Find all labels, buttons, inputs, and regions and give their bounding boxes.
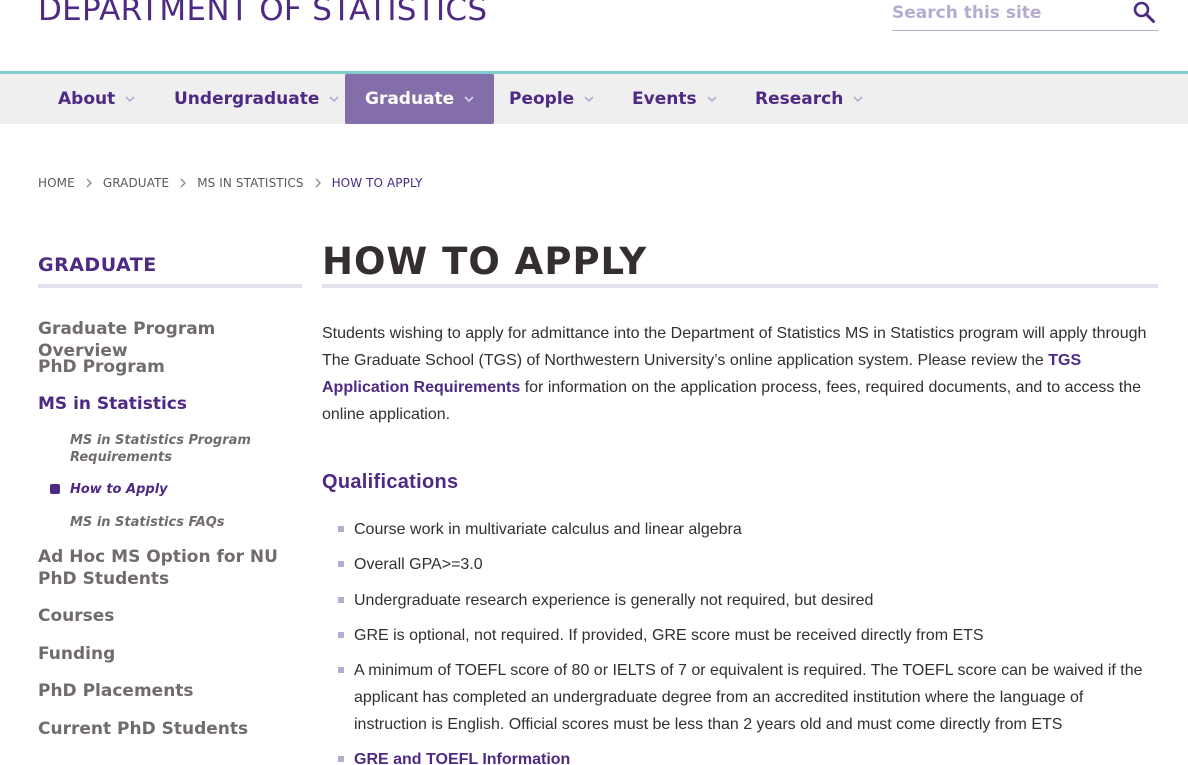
search-icon[interactable] [1132,0,1156,24]
nav-item-graduate[interactable]: Graduate [345,74,495,124]
sidebar-subitem-faqs[interactable]: MS in Statistics FAQs [70,514,290,531]
intro-text: Students wishing to apply for admittance… [322,325,1147,369]
nav-item-label: Graduate [365,89,455,109]
nav-item-about[interactable]: About [58,74,135,124]
breadcrumb-home[interactable]: HOME [38,176,75,190]
sidebar-item-ad-hoc-ms[interactable]: Ad Hoc MS Option for NU PhD Students [38,546,302,590]
breadcrumb: HOME GRADUATE MS IN STATISTICS HOW TO AP… [38,176,423,190]
nav-item-label: Undergraduate [174,89,320,109]
list-item-text: Course work in multivariate calculus and… [354,521,742,538]
sidebar-title: GRADUATE [38,254,302,288]
site-title[interactable]: DEPARTMENT OF STATISTICS [38,0,487,28]
intro-paragraph: Students wishing to apply for admittance… [322,320,1158,428]
qualifications-heading: Qualifications [322,471,459,493]
chevron-right-icon [86,178,92,188]
list-item: Course work in multivariate calculus and… [338,516,1158,543]
gre-toefl-info-link[interactable]: GRE and TOEFL Information [354,751,570,765]
sidebar-subitem-label: How to Apply [70,482,168,497]
chevron-right-icon [315,178,321,188]
bullet-icon [338,561,344,567]
chevron-down-icon [464,96,474,103]
sidebar-item-current-phd-students[interactable]: Current PhD Students [38,718,302,740]
bullet-icon [338,597,344,603]
chevron-down-icon [584,96,594,103]
site-search [892,0,1158,31]
nav-item-label: About [58,89,116,109]
list-item-text: GRE is optional, not required. If provid… [354,627,984,644]
sidebar-item-phd-program[interactable]: PhD Program [38,356,302,378]
main-navigation: About Undergraduate Graduate People Even… [0,71,1188,124]
nav-item-research[interactable]: Research [755,74,863,124]
sidebar-item-ms-in-statistics[interactable]: MS in Statistics [38,393,302,415]
bullet-icon [338,632,344,638]
sidebar-item-phd-placements[interactable]: PhD Placements [38,680,302,702]
sidebar-item-funding[interactable]: Funding [38,643,302,665]
list-item-text: A minimum of TOEFL score of 80 or IELTS … [354,662,1143,733]
nav-item-events[interactable]: Events [632,74,717,124]
list-item: Overall GPA>=3.0 [338,551,1158,578]
search-input[interactable] [892,0,1122,26]
bullet-icon [338,526,344,532]
nav-item-people[interactable]: People [509,74,594,124]
breadcrumb-graduate[interactable]: GRADUATE [103,176,169,190]
list-item-text: Overall GPA>=3.0 [354,556,483,573]
active-bullet-icon [50,484,60,494]
chevron-right-icon [180,178,187,188]
breadcrumb-ms-in-statistics[interactable]: MS IN STATISTICS [197,176,303,190]
page-title: HOW TO APPLY [322,240,1158,288]
nav-item-undergraduate[interactable]: Undergraduate [174,74,339,124]
list-item: GRE is optional, not required. If provid… [338,622,1158,649]
bullet-icon [338,667,344,673]
chevron-down-icon [125,96,135,103]
nav-item-label: Events [632,89,697,109]
bullet-icon [338,756,344,762]
sidebar-subitem-program-requirements[interactable]: MS in Statistics Program Requirements [70,432,290,466]
main-content: HOW TO APPLY Students wishing to apply f… [322,240,1158,765]
list-item-text: Undergraduate research experience is gen… [354,592,874,609]
chevron-down-icon [853,96,863,103]
chevron-down-icon [707,96,717,103]
sidebar: GRADUATE Graduate Program Overview PhD P… [38,254,302,739]
chevron-down-icon [329,96,339,103]
list-item: GRE and TOEFL Information [338,746,1158,765]
breadcrumb-current: HOW TO APPLY [331,176,423,190]
sidebar-subitem-how-to-apply[interactable]: How to Apply [50,481,290,498]
nav-item-label: Research [755,89,844,109]
nav-item-label: People [509,89,575,109]
list-item: Undergraduate research experience is gen… [338,587,1158,614]
list-item: A minimum of TOEFL score of 80 or IELTS … [338,657,1158,738]
sidebar-item-courses[interactable]: Courses [38,605,302,627]
